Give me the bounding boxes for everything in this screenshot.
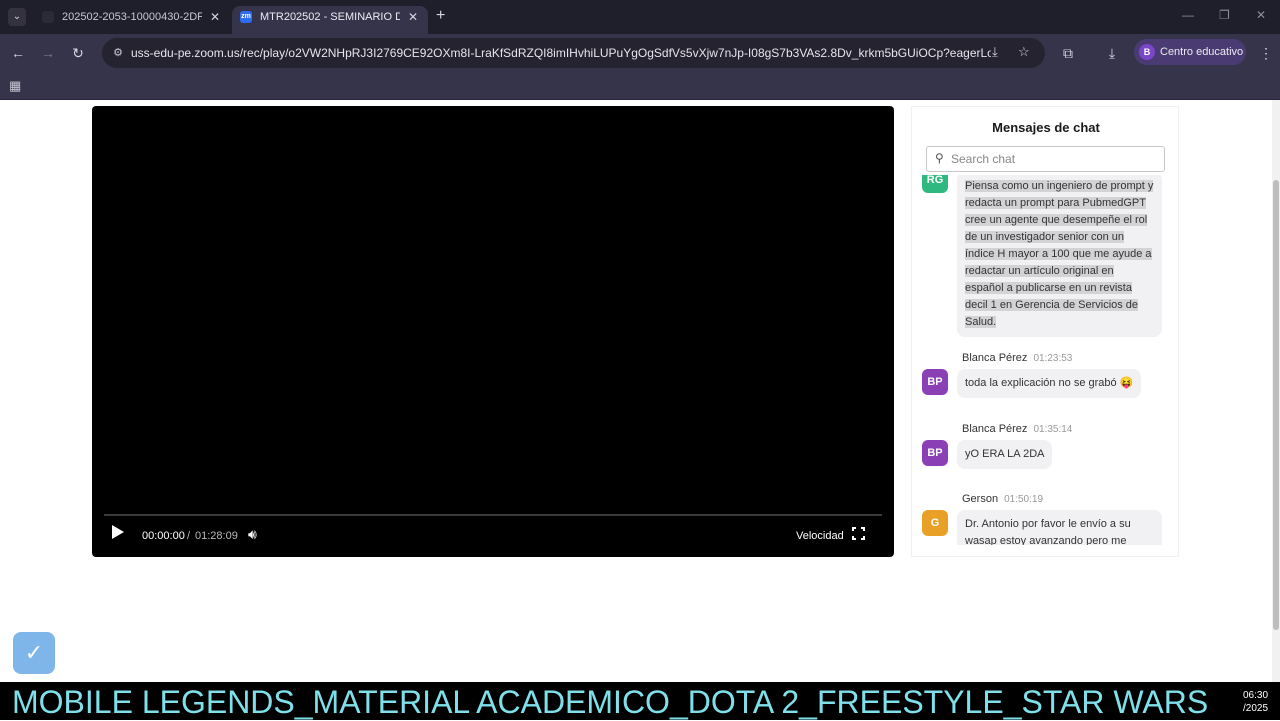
chat-sender: Blanca Pérez 01:35:14 [962, 423, 1072, 435]
tab-search-chevron-icon[interactable]: ⌄ [8, 8, 26, 26]
player-controls: 00:00:00 / 01:28:09 🔊︎ Velocidad [102, 518, 884, 552]
chat-message-list[interactable]: RG Piensa como un ingeniero de prompt y … [912, 175, 1178, 545]
reload-icon[interactable]: ↻ [68, 43, 88, 63]
taskbar-clock: 06:30 /2025 [1243, 689, 1268, 715]
site-info-icon[interactable]: ⚙ [110, 45, 126, 61]
zoom-favicon-icon: zm [240, 11, 252, 23]
profile-button[interactable]: B Centro educativo [1134, 39, 1246, 65]
url-text[interactable]: uss-edu-pe.zoom.us/rec/play/o2VW2NHpRJ3I… [131, 46, 991, 60]
tab-bar: ⌄ 202502-2053-10000430-2DFI0 ✕ zm MTR202… [0, 0, 1280, 34]
play-icon[interactable] [112, 525, 124, 539]
extensions-puzzle-icon[interactable]: ⧉ [1058, 43, 1078, 63]
speed-button[interactable]: Velocidad [796, 530, 844, 542]
chat-sender: Blanca Pérez 01:23:53 [962, 352, 1072, 364]
address-bar[interactable]: ⚙ uss-edu-pe.zoom.us/rec/play/o2VW2NHpRJ… [102, 38, 1045, 68]
message-time: 01:23:53 [1033, 353, 1073, 364]
browser-menu-icon[interactable]: ⋮ [1256, 43, 1276, 63]
navigation-bar: ← → ↻ ⚙ uss-edu-pe.zoom.us/rec/play/o2VW… [0, 34, 1280, 72]
ticker-banner: MOBILE LEGENDS_MATERIAL ACADEMICO_DOTA 2… [0, 682, 1280, 720]
chat-message-bubble: yO ERA LA 2DA [957, 440, 1053, 469]
chat-panel: Mensajes de chat ⚲ RG Piensa como un ing… [911, 106, 1179, 557]
shield-icon[interactable]: ✓ [13, 632, 55, 674]
search-icon: ⚲ [935, 151, 944, 165]
minimize-icon[interactable]: — [1182, 8, 1194, 22]
profile-label: Centro educativo [1160, 46, 1244, 58]
chat-message-text: toda la explicación no se grabó 😝 [965, 377, 1134, 389]
message-time: 01:50:19 [1004, 494, 1044, 505]
current-time: 00:00:00 [142, 530, 185, 542]
close-tab-icon[interactable]: ✕ [408, 6, 418, 28]
ticker-text: MOBILE LEGENDS_MATERIAL ACADEMICO_DOTA 2… [12, 684, 1209, 720]
chat-title: Mensajes de chat [992, 120, 1100, 135]
chat-message-text: yO ERA LA 2DA [965, 448, 1045, 460]
chat-message-bubble: toda la explicación no se grabó 😝 [957, 369, 1142, 398]
chat-sender: Gerson 01:50:19 [962, 493, 1043, 505]
tab-favicon-icon [42, 11, 54, 23]
fullscreen-icon[interactable] [851, 526, 866, 541]
chat-search-box[interactable]: ⚲ [926, 146, 1165, 172]
close-tab-icon[interactable]: ✕ [210, 6, 220, 28]
avatar: BP [922, 369, 948, 395]
avatar: RG [922, 175, 948, 193]
bookmarks-bar: ▦ [0, 72, 1280, 100]
tab-1[interactable]: 202502-2053-10000430-2DFI0 ✕ [34, 6, 230, 34]
close-window-icon[interactable]: ✕ [1256, 8, 1266, 22]
scrollbar-thumb[interactable] [1273, 180, 1279, 630]
message-time: 01:35:14 [1033, 424, 1073, 435]
downloads-icon[interactable]: ⤓ [1102, 43, 1122, 63]
chat-message-text: Dr. Antonio por favor le envío a su wasa… [965, 518, 1131, 545]
chat-search-input[interactable] [951, 150, 1151, 168]
apps-grid-icon[interactable]: ▦ [9, 78, 21, 94]
new-tab-plus-icon[interactable]: + [436, 7, 445, 25]
sender-name: Blanca Pérez [962, 423, 1028, 435]
bookmark-star-icon[interactable]: ☆ [1018, 44, 1030, 60]
back-arrow-icon[interactable]: ← [8, 43, 28, 63]
progress-bar[interactable] [104, 514, 882, 516]
chat-message-bubble: Dr. Antonio por favor le envío a su wasa… [957, 510, 1162, 545]
sender-name: Blanca Pérez [962, 352, 1028, 364]
clock-time: 06:30 [1243, 690, 1269, 701]
maximize-icon[interactable]: ❐ [1219, 8, 1230, 22]
profile-avatar: B [1139, 44, 1155, 60]
duration: 01:28:09 [195, 530, 238, 542]
video-player[interactable]: 00:00:00 / 01:28:09 🔊︎ Velocidad [92, 106, 894, 557]
tab-title: 202502-2053-10000430-2DFI0 [62, 11, 202, 23]
avatar: G [922, 510, 948, 536]
sender-name: Gerson [962, 493, 999, 505]
tab-2-active[interactable]: zm MTR202502 - SEMINARIO DE T ✕ [232, 6, 428, 34]
volume-icon[interactable]: 🔊︎ [248, 526, 257, 543]
chat-message-bubble: Piensa como un ingeniero de prompt y red… [957, 175, 1162, 337]
time-separator: / [187, 530, 191, 542]
clock-date: /2025 [1243, 703, 1269, 714]
forward-arrow-icon[interactable]: → [38, 43, 58, 63]
avatar: BP [922, 440, 948, 466]
page-scrollbar[interactable] [1272, 100, 1280, 682]
tab-title: MTR202502 - SEMINARIO DE T [260, 11, 400, 23]
download-page-icon[interactable]: ⤓ [992, 44, 998, 60]
chat-message-text: Piensa como un ingeniero de prompt y red… [965, 180, 1154, 328]
